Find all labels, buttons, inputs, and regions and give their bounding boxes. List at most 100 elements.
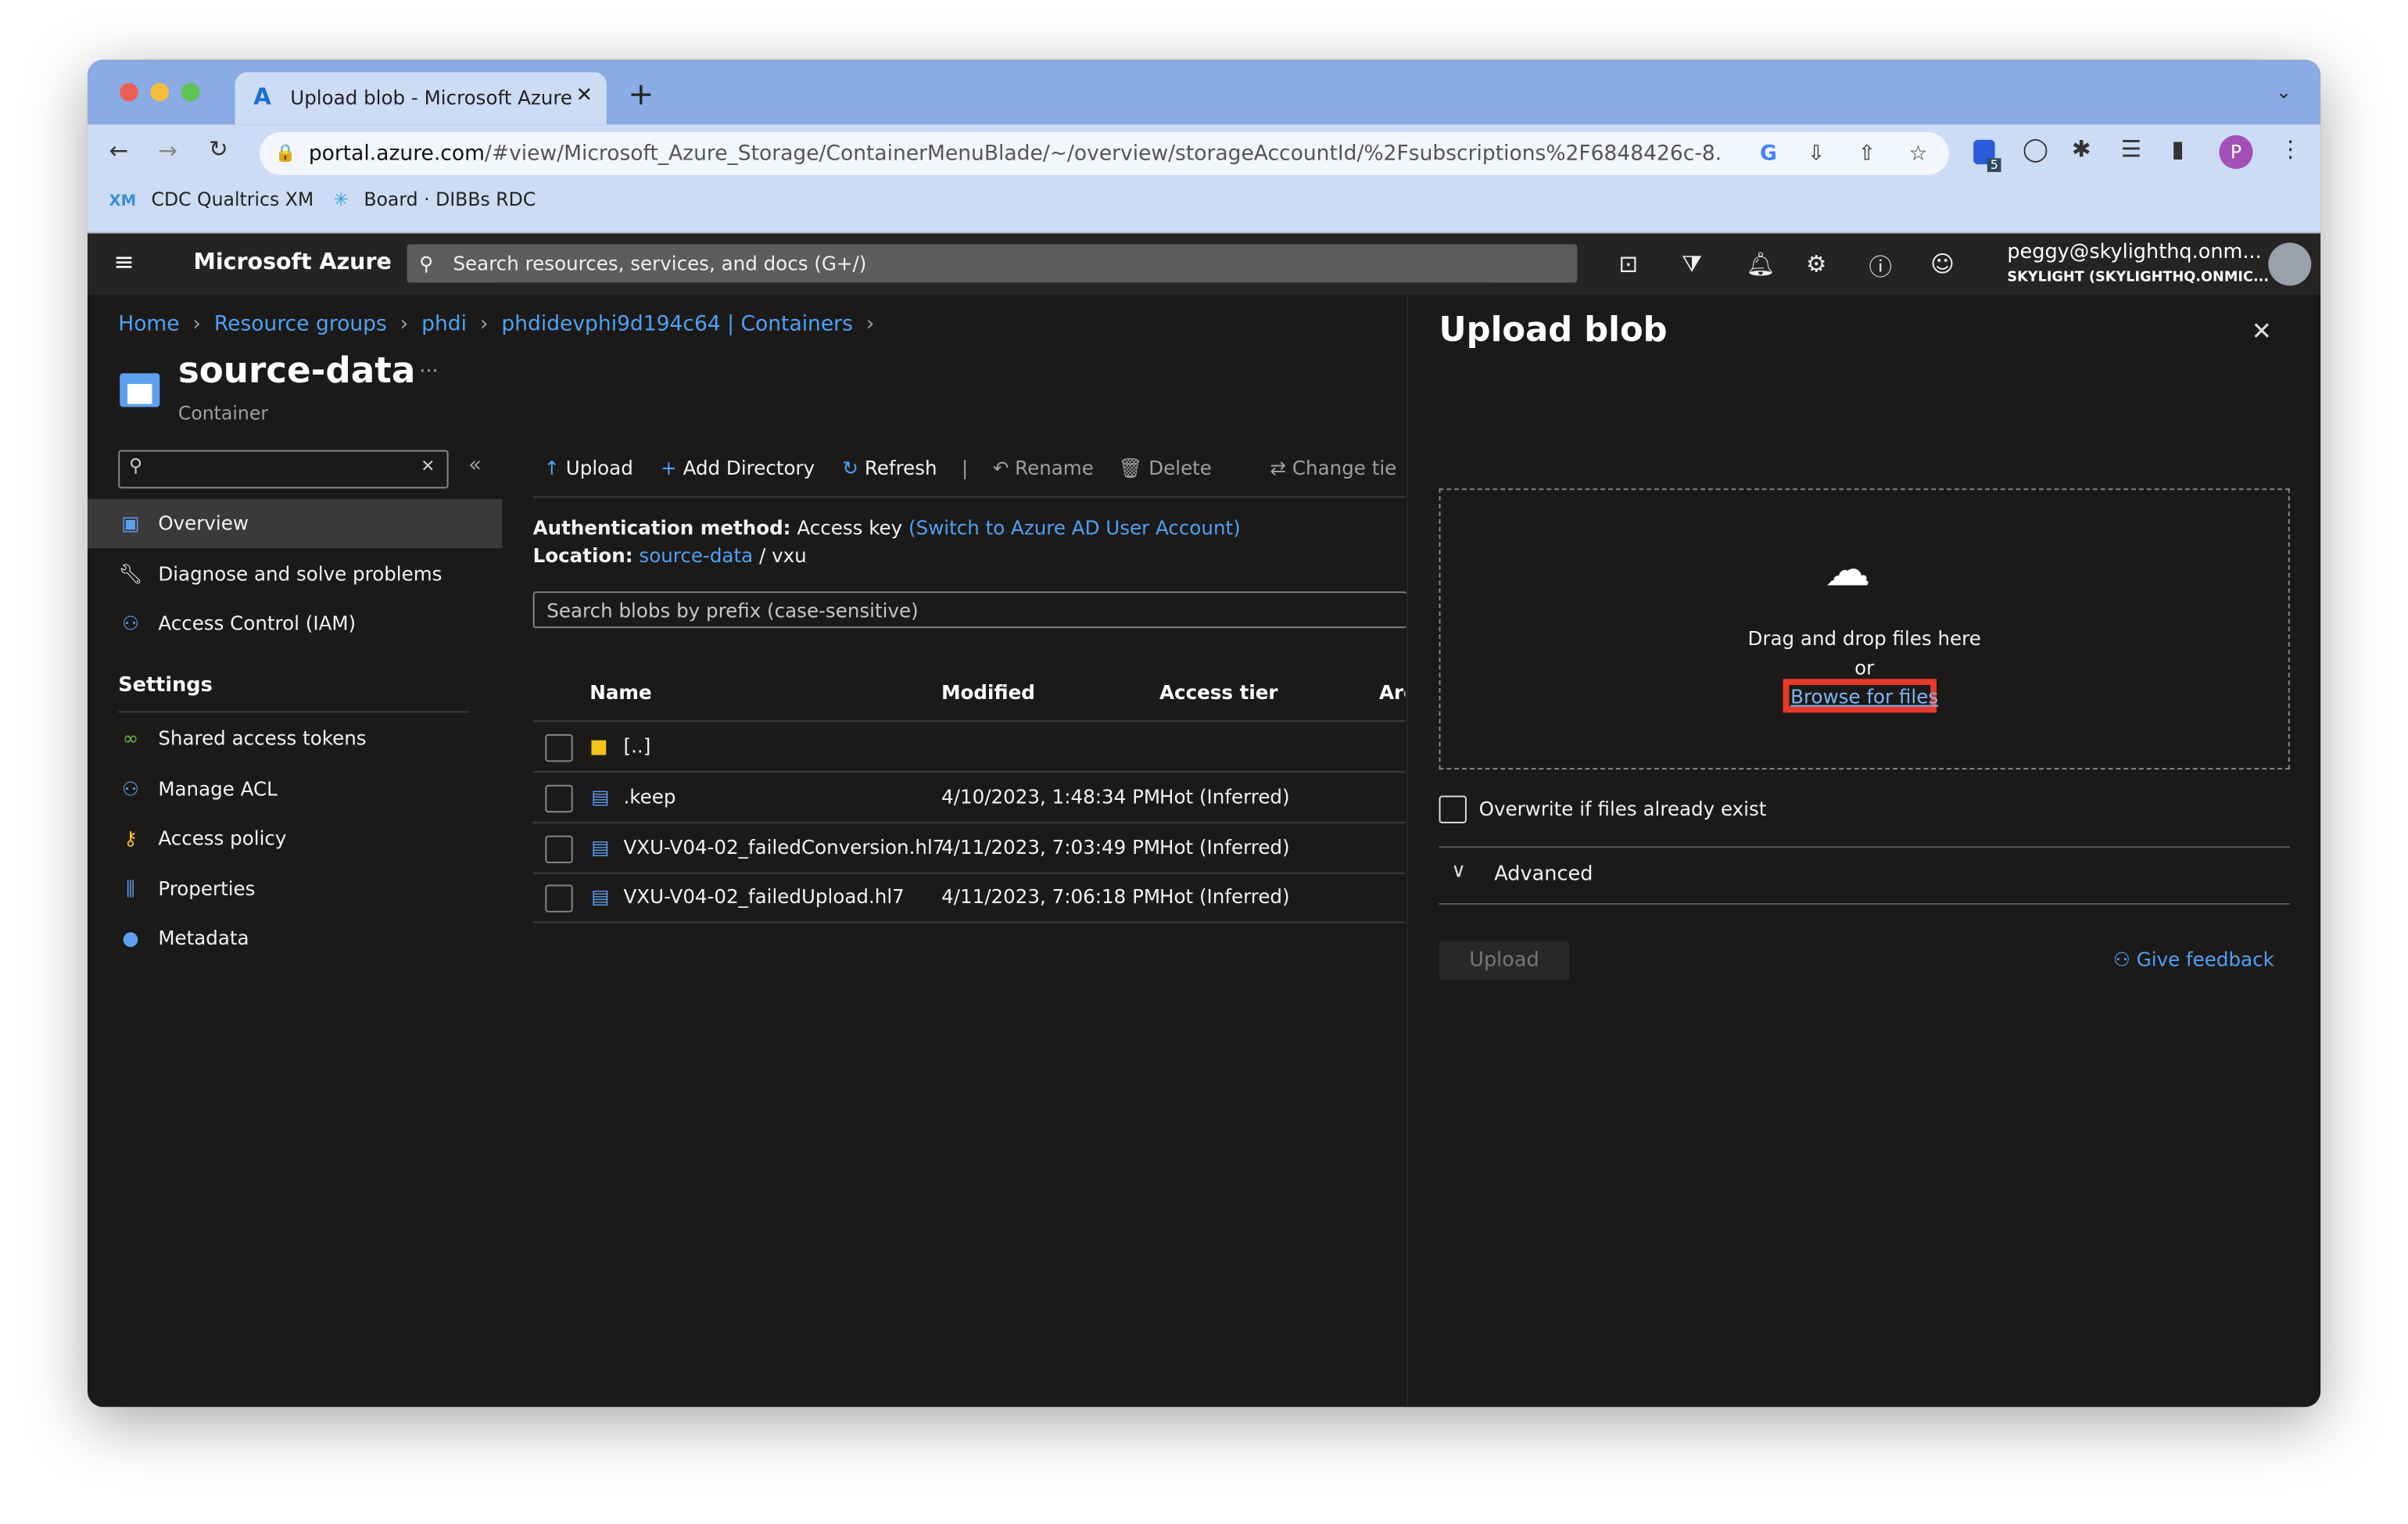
rename-button[interactable]: ↶ Rename <box>993 456 1094 479</box>
row-checkbox[interactable] <box>545 835 573 863</box>
sidebar-item-metadata[interactable]: ● Metadata <box>88 914 502 963</box>
sidebar-search-input[interactable]: ⚲ ✕ <box>118 450 449 489</box>
profile-avatar[interactable]: P <box>2219 134 2253 170</box>
breadcrumb-containers[interactable]: phdidevphi9d194c64 | Containers <box>501 312 853 336</box>
sidebar-item-access-policy[interactable]: ⚷ Access policy <box>88 814 502 863</box>
asterisk-icon: ✳ <box>333 188 349 211</box>
row-name[interactable]: VXU-V04-02_failedConversion.hl7 <box>624 823 945 873</box>
row-access-tier: Hot (Inferred) <box>1159 835 1290 859</box>
delete-button[interactable]: 🗑︎ Delete <box>1118 456 1212 479</box>
row-checkbox[interactable] <box>545 784 573 813</box>
upload-submit-button[interactable]: Upload <box>1439 941 1570 981</box>
sidebar-item-shared-access-tokens[interactable]: ∞ Shared access tokens <box>88 714 502 763</box>
cloud-upload-icon: ☁ <box>1824 543 1871 598</box>
table-row[interactable]: ▤ .keep 4/10/2023, 1:48:34 PM Hot (Infer… <box>532 773 1406 823</box>
tab-search-chevron-icon[interactable]: ⌄ <box>2276 81 2292 103</box>
bookmark-cdc-qualtrics[interactable]: XM CDC Qualtrics XM <box>109 189 314 211</box>
breadcrumb-phdi[interactable]: phdi <box>421 312 467 336</box>
row-checkbox[interactable] <box>545 733 573 762</box>
sidebar-item-diagnose[interactable]: 🔧︎ Diagnose and solve problems <box>88 550 502 599</box>
sidebar-item-overview[interactable]: ▣ Overview <box>87 499 503 549</box>
user-email[interactable]: peggy@skylighthq.onm... <box>2007 241 2261 264</box>
breadcrumb-home[interactable]: Home <box>118 312 179 336</box>
sidebar-item-properties[interactable]: ⫼ Properties <box>88 865 502 914</box>
row-name[interactable]: VXU-V04-02_failedUpload.hl7 <box>624 873 905 922</box>
column-archive[interactable]: Arc <box>1379 680 1405 703</box>
minimize-window-button[interactable] <box>150 83 170 102</box>
menu-kebab-icon[interactable]: ⋮ <box>2279 138 2302 161</box>
browser-tab[interactable]: A Upload blob - Microsoft Azure ✕ <box>235 72 607 125</box>
bookmark-label: Board · DIBBs RDC <box>364 188 536 211</box>
column-name[interactable]: Name <box>589 680 651 703</box>
share-icon[interactable]: ⇧ <box>1858 132 1876 175</box>
google-icon[interactable]: G <box>1760 132 1777 175</box>
hamburger-menu-icon[interactable]: ≡ <box>113 247 134 276</box>
sidebar-item-label: Manage ACL <box>158 776 278 801</box>
location-folder: vxu <box>772 543 807 567</box>
row-name[interactable]: [..] <box>624 722 651 771</box>
collapse-sidebar-icon[interactable]: « <box>468 453 482 477</box>
media-icon[interactable]: ☰ <box>2121 138 2141 161</box>
extension-badge: 5 <box>1987 158 2001 173</box>
clear-search-icon[interactable]: ✕ <box>421 456 435 476</box>
global-search-input[interactable]: ⚲ Search resources, services, and docs (… <box>407 244 1578 283</box>
back-button[interactable]: ← <box>109 139 128 163</box>
table-row[interactable]: ▤ VXU-V04-02_failedUpload.hl7 4/11/2023,… <box>532 873 1406 923</box>
switch-auth-link[interactable]: (Switch to Azure AD User Account) <box>908 516 1241 539</box>
page-title: source-data <box>177 351 416 392</box>
upload-button[interactable]: ↑ Upload <box>543 456 632 479</box>
drop-zone[interactable]: ☁ Drag and drop files here or Browse for… <box>1439 488 2290 770</box>
puzzle-icon[interactable]: ✱ <box>2072 138 2091 161</box>
forward-button[interactable]: → <box>158 139 177 163</box>
row-name[interactable]: .keep <box>624 773 676 822</box>
install-icon[interactable]: ⇩ <box>1808 132 1825 175</box>
sidepanel-icon[interactable]: ▮ <box>2172 138 2184 161</box>
maximize-window-button[interactable] <box>181 83 200 102</box>
gear-icon[interactable]: ⚙ <box>1806 250 1826 278</box>
user-tenant[interactable]: SKYLIGHT (SKYLIGHTHQ.ONMIC... <box>2007 271 2269 286</box>
close-tab-icon[interactable]: ✕ <box>576 84 593 107</box>
feedback-icon[interactable]: ☺ <box>1930 250 1955 278</box>
more-options-button[interactable]: ··· <box>419 361 438 384</box>
sidebar-item-access-control[interactable]: ⚇ Access Control (IAM) <box>88 599 502 648</box>
add-directory-button[interactable]: + Add Directory <box>661 456 815 479</box>
row-checkbox[interactable] <box>545 884 573 913</box>
sidebar-item-manage-acl[interactable]: ⚇ Manage ACL <box>88 765 502 814</box>
bookmark-star-icon[interactable]: ☆ <box>1909 132 1928 175</box>
give-feedback-link[interactable]: ⚇ Give feedback <box>2113 948 2274 970</box>
change-tier-label: Change tie <box>1292 456 1397 479</box>
table-row[interactable]: ▤ VXU-V04-02_failedConversion.hl7 4/11/2… <box>532 823 1406 874</box>
cloud-shell-icon[interactable]: ⊡ <box>1618 250 1638 278</box>
chat-extension-icon[interactable]: ◯ <box>2023 138 2048 161</box>
bell-icon[interactable]: 🔔︎ <box>1746 250 1775 278</box>
sidebar-item-label: Properties <box>158 877 256 901</box>
url-host: portal.azure.com <box>308 141 485 167</box>
location-link[interactable]: source-data <box>639 543 753 566</box>
table-row[interactable]: ■ [..] <box>532 722 1406 773</box>
help-icon[interactable]: ⓘ <box>1869 250 1892 282</box>
refresh-button[interactable]: ↻ Refresh <box>842 456 937 479</box>
blob-search-input[interactable]: Search blobs by prefix (case-sensitive) <box>532 591 1407 629</box>
overwrite-checkbox[interactable] <box>1439 795 1467 823</box>
close-window-button[interactable] <box>120 83 138 102</box>
wrench-icon: 🔧︎ <box>118 561 143 586</box>
user-avatar[interactable] <box>2268 242 2312 286</box>
browse-for-files-link[interactable]: Browse for files <box>1441 685 2288 708</box>
column-modified[interactable]: Modified <box>941 680 1035 703</box>
advanced-expander[interactable]: ∨ Advanced <box>1439 848 2290 903</box>
change-tier-button[interactable]: ⇄ Change tie <box>1270 456 1405 479</box>
breadcrumb-resource-groups[interactable]: Resource groups <box>214 312 387 336</box>
file-icon: ▤ <box>591 784 610 809</box>
reload-button[interactable]: ↻ <box>209 138 228 161</box>
column-access-tier[interactable]: Access tier <box>1159 680 1277 703</box>
location: Location: source-data / vxu <box>533 543 807 566</box>
address-bar[interactable]: 🔒 portal.azure.com/#view/Microsoft_Azure… <box>259 131 1949 175</box>
azure-brand[interactable]: Microsoft Azure <box>194 250 392 274</box>
rename-label: Rename <box>1015 456 1094 479</box>
overwrite-label[interactable]: Overwrite if files already exist <box>1479 797 1767 819</box>
directory-filter-icon[interactable]: ⧩ <box>1682 250 1702 278</box>
close-panel-button[interactable]: ✕ <box>2252 317 2272 346</box>
sidebar-item-label: Access policy <box>158 826 287 850</box>
new-tab-button[interactable]: + <box>628 75 654 112</box>
bookmark-board-dibbs[interactable]: ✳ Board · DIBBs RDC <box>333 189 536 211</box>
